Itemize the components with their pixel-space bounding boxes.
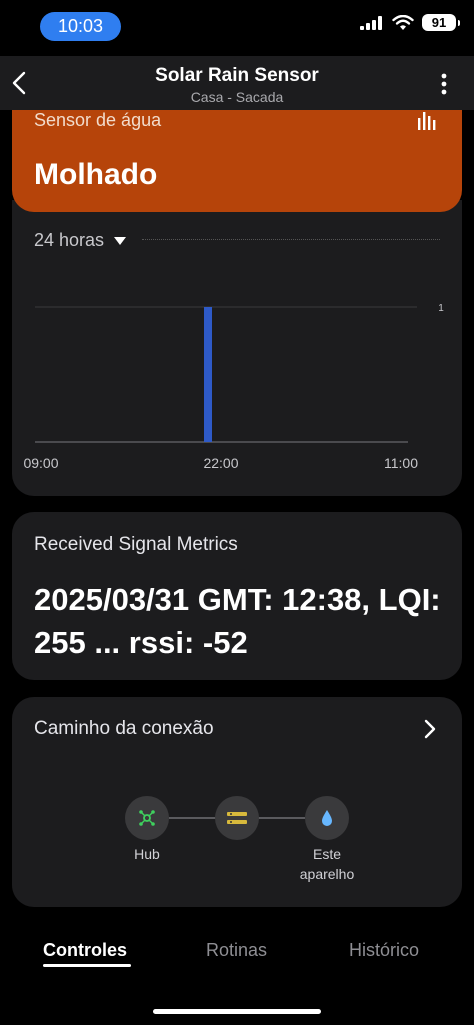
y-tick-label: 1 [438, 303, 444, 314]
history-chart: 09:00 22:00 11:00 1 [23, 303, 444, 471]
water-drop-icon [322, 810, 332, 826]
page-subtitle: Casa - Sacada [190, 89, 284, 105]
bar-chart-icon[interactable] [418, 112, 436, 135]
signal-value: 2025/03/31 GMT: 12:38, LQI: 255 ... rssi… [34, 582, 441, 660]
range-dropdown[interactable]: 24 horas [34, 230, 127, 251]
status-icons: 91 [360, 14, 460, 31]
more-vertical-icon [441, 73, 447, 95]
signal-metrics-card: Received Signal Metrics 2025/03/31 GMT: … [12, 512, 462, 680]
tab-historico[interactable]: Histórico [349, 940, 419, 961]
connection-path-card[interactable]: Caminho da conexão Hub Este aparelho [12, 697, 462, 907]
node-label-device: Este aparelho [299, 846, 355, 882]
x-tick-label: 09:00 [23, 455, 58, 471]
app-header: Solar Rain Sensor Casa - Sacada [0, 56, 474, 110]
tab-controles[interactable]: Controles [43, 940, 127, 961]
sensor-state: Molhado [34, 158, 158, 191]
water-sensor-card[interactable]: Sensor de água Molhado [12, 110, 462, 212]
range-label: 24 horas [34, 230, 105, 250]
x-tick-label: 11:00 [384, 455, 418, 471]
battery-indicator: 91 [422, 14, 460, 31]
hub-icon [139, 810, 155, 826]
active-tab-indicator [43, 964, 131, 967]
caret-down-icon [114, 236, 127, 245]
device-node [305, 796, 349, 840]
home-indicator [153, 1009, 321, 1014]
more-options-button[interactable] [434, 72, 454, 96]
signal-title: Received Signal Metrics [34, 534, 238, 555]
signal-icon [360, 15, 382, 30]
repeater-node [215, 796, 259, 840]
x-tick-label: 22:00 [203, 455, 238, 471]
status-time: 10:03 [40, 12, 121, 41]
chevron-right-icon[interactable] [424, 719, 436, 744]
repeater-icon [227, 812, 247, 824]
page-title: Solar Rain Sensor [155, 65, 319, 86]
divider [142, 239, 440, 240]
chart-bar [204, 307, 212, 442]
connection-title: Caminho da conexão [34, 718, 214, 739]
node-label-hub: Hub [134, 846, 160, 862]
history-chart-card: 24 horas 09:00 22:00 11:00 1 [12, 200, 462, 496]
tab-rotinas[interactable]: Rotinas [206, 940, 267, 961]
sensor-label: Sensor de água [34, 110, 162, 130]
hub-node [125, 796, 169, 840]
wifi-icon [392, 14, 414, 30]
